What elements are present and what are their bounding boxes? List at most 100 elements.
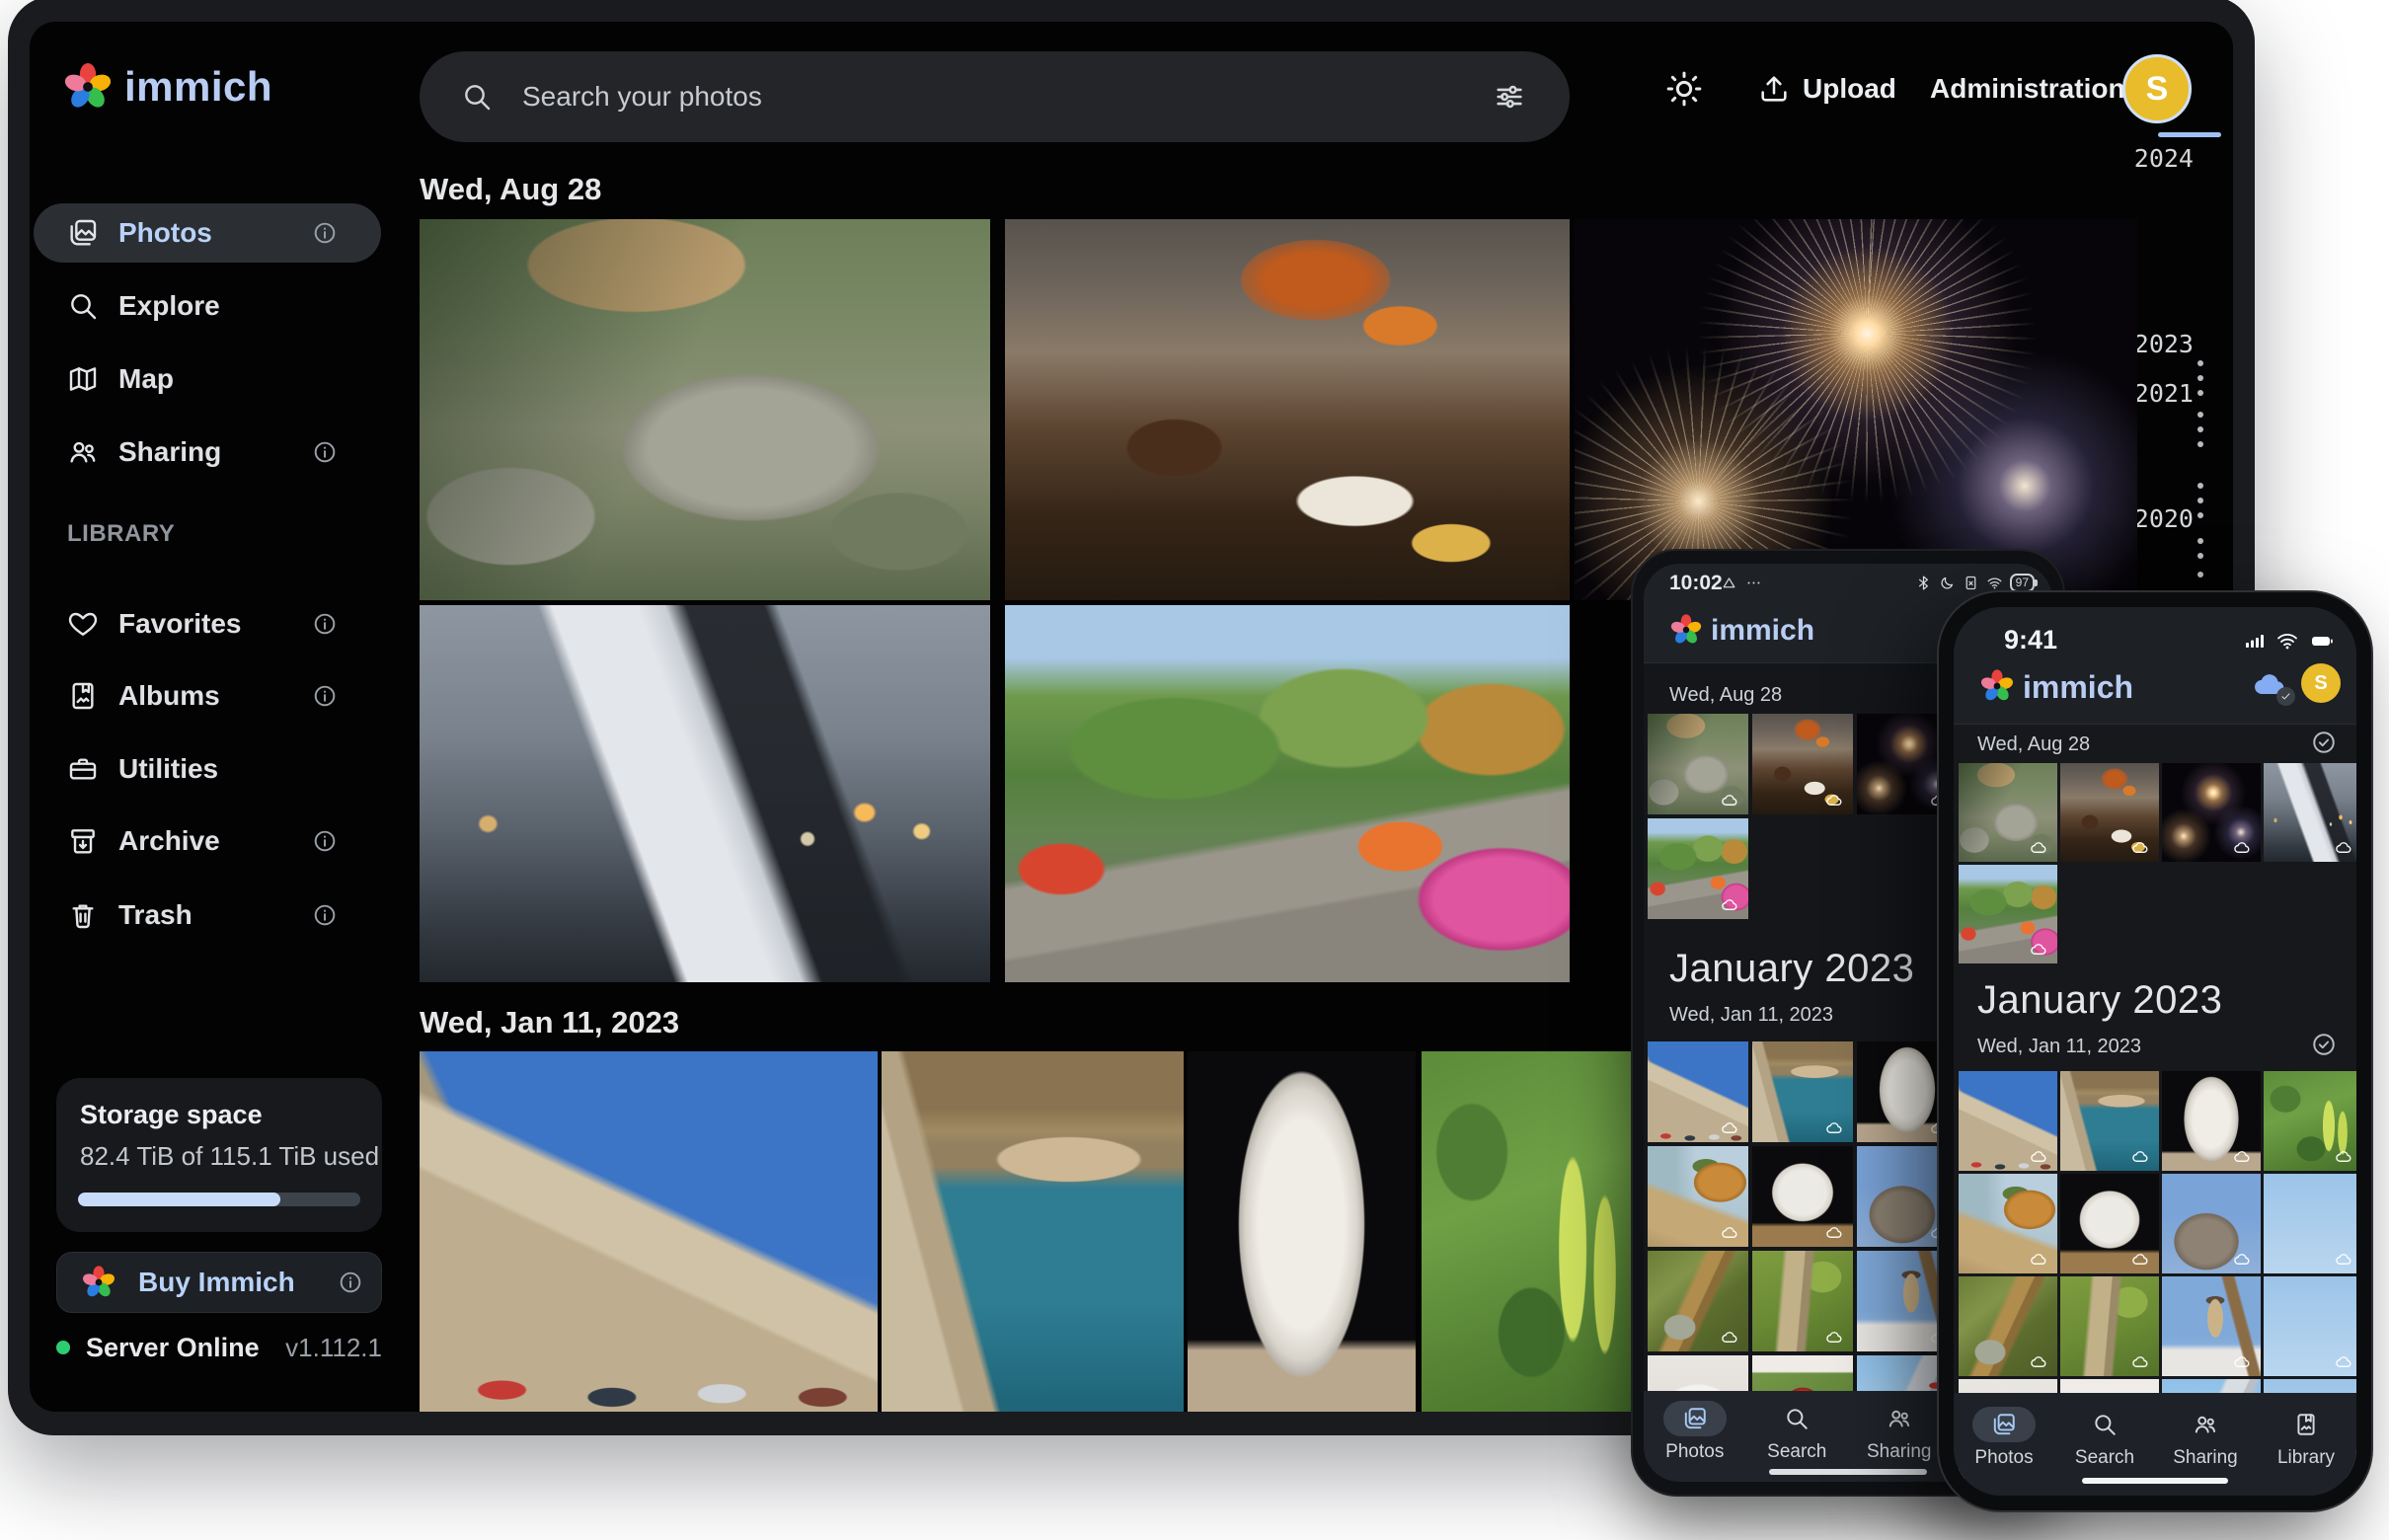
photo-marble-bust[interactable] xyxy=(1188,1051,1416,1412)
photo-fortress-thumbnail[interactable] xyxy=(1959,1071,2057,1171)
sidebar-item-archive[interactable]: Archive xyxy=(34,811,381,871)
photo-winter-thumbnail[interactable] xyxy=(2162,1276,2261,1376)
nav-label: Search xyxy=(1767,1441,1826,1463)
photo-fireworks-thumbnail[interactable] xyxy=(2162,763,2261,862)
photo-fireworks[interactable] xyxy=(1575,219,2137,600)
photo-beach-thumbnail[interactable] xyxy=(1648,1146,1748,1247)
nav-tab-photos[interactable]: Photos xyxy=(1954,1407,2054,1469)
select-group-check-icon[interactable] xyxy=(2311,730,2337,755)
nav-tab-library[interactable]: Library xyxy=(2256,1407,2356,1469)
library-icon xyxy=(2293,1412,2319,1437)
photo-autumn-park[interactable] xyxy=(1005,605,1570,982)
info-icon[interactable] xyxy=(338,1270,363,1295)
archive-icon xyxy=(67,825,99,857)
photo-sculpture-thumbnail[interactable] xyxy=(2060,1174,2159,1273)
info-icon[interactable] xyxy=(312,611,338,637)
home-indicator xyxy=(2082,1478,2228,1484)
info-icon[interactable] xyxy=(312,902,338,928)
server-version: v1.112.1 xyxy=(285,1333,382,1363)
photo-hands-thumbnail[interactable] xyxy=(2264,763,2356,862)
cloud-backup-icon xyxy=(2027,940,2050,959)
photo-sea-grapes[interactable] xyxy=(1422,1051,1651,1412)
backup-cloud-button[interactable] xyxy=(2250,664,2293,704)
sidebar-item-photos[interactable]: Photos xyxy=(34,203,381,263)
photo-coastal-thumbnail[interactable] xyxy=(2060,1071,2159,1171)
immich-logo-icon xyxy=(1669,613,1703,647)
search-input[interactable] xyxy=(520,80,1493,114)
sidebar-item-map[interactable]: Map xyxy=(34,349,381,409)
cloud-backup-icon xyxy=(1822,1118,1846,1137)
photo-holding-hands[interactable] xyxy=(420,605,990,982)
upload-button[interactable]: Upload xyxy=(1757,69,1896,109)
select-group-check-icon[interactable] xyxy=(2311,1032,2337,1057)
app-wordmark: immich xyxy=(2023,668,2133,706)
scrubber-position-indicator[interactable] xyxy=(2158,132,2221,137)
photo-bust-thumbnail[interactable] xyxy=(2162,1071,2261,1171)
photo-dinner-thumbnail[interactable] xyxy=(2060,763,2159,862)
sidebar-item-label: Explore xyxy=(118,290,220,322)
info-icon[interactable] xyxy=(312,220,338,246)
info-icon[interactable] xyxy=(312,439,338,465)
photo-fortress-thumbnail[interactable] xyxy=(1648,1041,1748,1142)
photos-icon xyxy=(1682,1406,1708,1431)
photo-lizard2-thumbnail[interactable] xyxy=(1752,1251,1853,1351)
search-bar[interactable] xyxy=(420,51,1570,142)
sidebar-item-label: Favorites xyxy=(118,608,242,640)
sidebar-item-trash[interactable]: Trash xyxy=(34,886,381,945)
photo-beach-thumbnail[interactable] xyxy=(1959,1174,2057,1273)
scrubber-ticks xyxy=(2197,403,2203,456)
photo-sky-thumbnail[interactable] xyxy=(2264,1276,2356,1376)
more-dots-icon xyxy=(1745,575,1762,591)
search-icon xyxy=(1784,1406,1810,1431)
immich-logo-icon xyxy=(81,1265,116,1300)
date-group-heading: Wed, Aug 28 xyxy=(420,172,601,207)
sidebar-item-albums[interactable]: Albums xyxy=(34,666,381,726)
wifi-icon xyxy=(2275,629,2299,653)
photo-lizard1-thumbnail[interactable] xyxy=(1648,1251,1748,1351)
photo-coastal-bay[interactable] xyxy=(882,1051,1184,1412)
cloud-backup-icon xyxy=(1718,791,1741,809)
photo-monkeys-zoo[interactable] xyxy=(420,219,990,600)
search-filter-icon[interactable] xyxy=(1493,80,1526,114)
sidebar-item-explore[interactable]: Explore xyxy=(34,276,381,336)
nav-tab-sharing[interactable]: Sharing xyxy=(2155,1407,2256,1469)
photo-fortress-wall[interactable] xyxy=(420,1051,878,1412)
nav-tab-photos[interactable]: Photos xyxy=(1644,1401,1746,1463)
photo-sculpture-thumbnail[interactable] xyxy=(1752,1146,1853,1247)
sidebar-item-sharing[interactable]: Sharing xyxy=(34,423,381,482)
photo-monkeys-thumbnail[interactable] xyxy=(1648,714,1748,814)
iphone-screen: 9:41 immich S Wed, Aug 28 January 2023 W… xyxy=(1954,607,2356,1496)
photo-ruins-thumbnail[interactable] xyxy=(2162,1174,2261,1273)
photo-lizard1-thumbnail[interactable] xyxy=(1959,1276,2057,1376)
buy-immich-button[interactable]: Buy Immich xyxy=(56,1252,382,1313)
photo-sky-thumbnail[interactable] xyxy=(2264,1174,2356,1273)
sidebar-item-favorites[interactable]: Favorites xyxy=(34,594,381,654)
month-heading: January 2023 xyxy=(1977,978,2222,1023)
user-avatar[interactable]: S xyxy=(2122,54,2192,123)
photo-coastal-thumbnail[interactable] xyxy=(1752,1041,1853,1142)
nav-tab-sharing[interactable]: Sharing xyxy=(1848,1401,1951,1463)
briefcase-icon xyxy=(67,753,99,785)
scrubber-ticks xyxy=(2197,351,2203,405)
cloud-backup-icon xyxy=(1718,895,1741,914)
cloud-backup-icon xyxy=(1822,1328,1846,1347)
photo-park-thumbnail[interactable] xyxy=(1648,818,1748,919)
photo-dinner-table[interactable] xyxy=(1005,219,1570,600)
photo-lizard2-thumbnail[interactable] xyxy=(2060,1276,2159,1376)
user-avatar[interactable]: S xyxy=(2301,663,2341,703)
sidebar-item-utilities[interactable]: Utilities xyxy=(34,739,381,799)
photo-berries-thumbnail[interactable] xyxy=(2264,1071,2356,1171)
info-icon[interactable] xyxy=(312,683,338,709)
theme-toggle-icon[interactable] xyxy=(1664,69,1704,109)
administration-link[interactable]: Administration xyxy=(1930,73,2125,105)
info-icon[interactable] xyxy=(312,828,338,854)
nav-tab-search[interactable]: Search xyxy=(2054,1407,2155,1469)
nav-tab-search[interactable]: Search xyxy=(1746,1401,1849,1463)
album-icon xyxy=(67,680,99,712)
scrubber-year-2024[interactable]: 2024 xyxy=(2120,144,2194,173)
date-group-heading: Wed, Aug 28 xyxy=(1669,684,1782,707)
photo-monkeys-thumbnail[interactable] xyxy=(1959,763,2057,862)
photo-dinner-thumbnail[interactable] xyxy=(1752,714,1853,814)
photo-park-thumbnail[interactable] xyxy=(1959,865,2057,963)
sidebar-item-label: Sharing xyxy=(118,436,221,468)
